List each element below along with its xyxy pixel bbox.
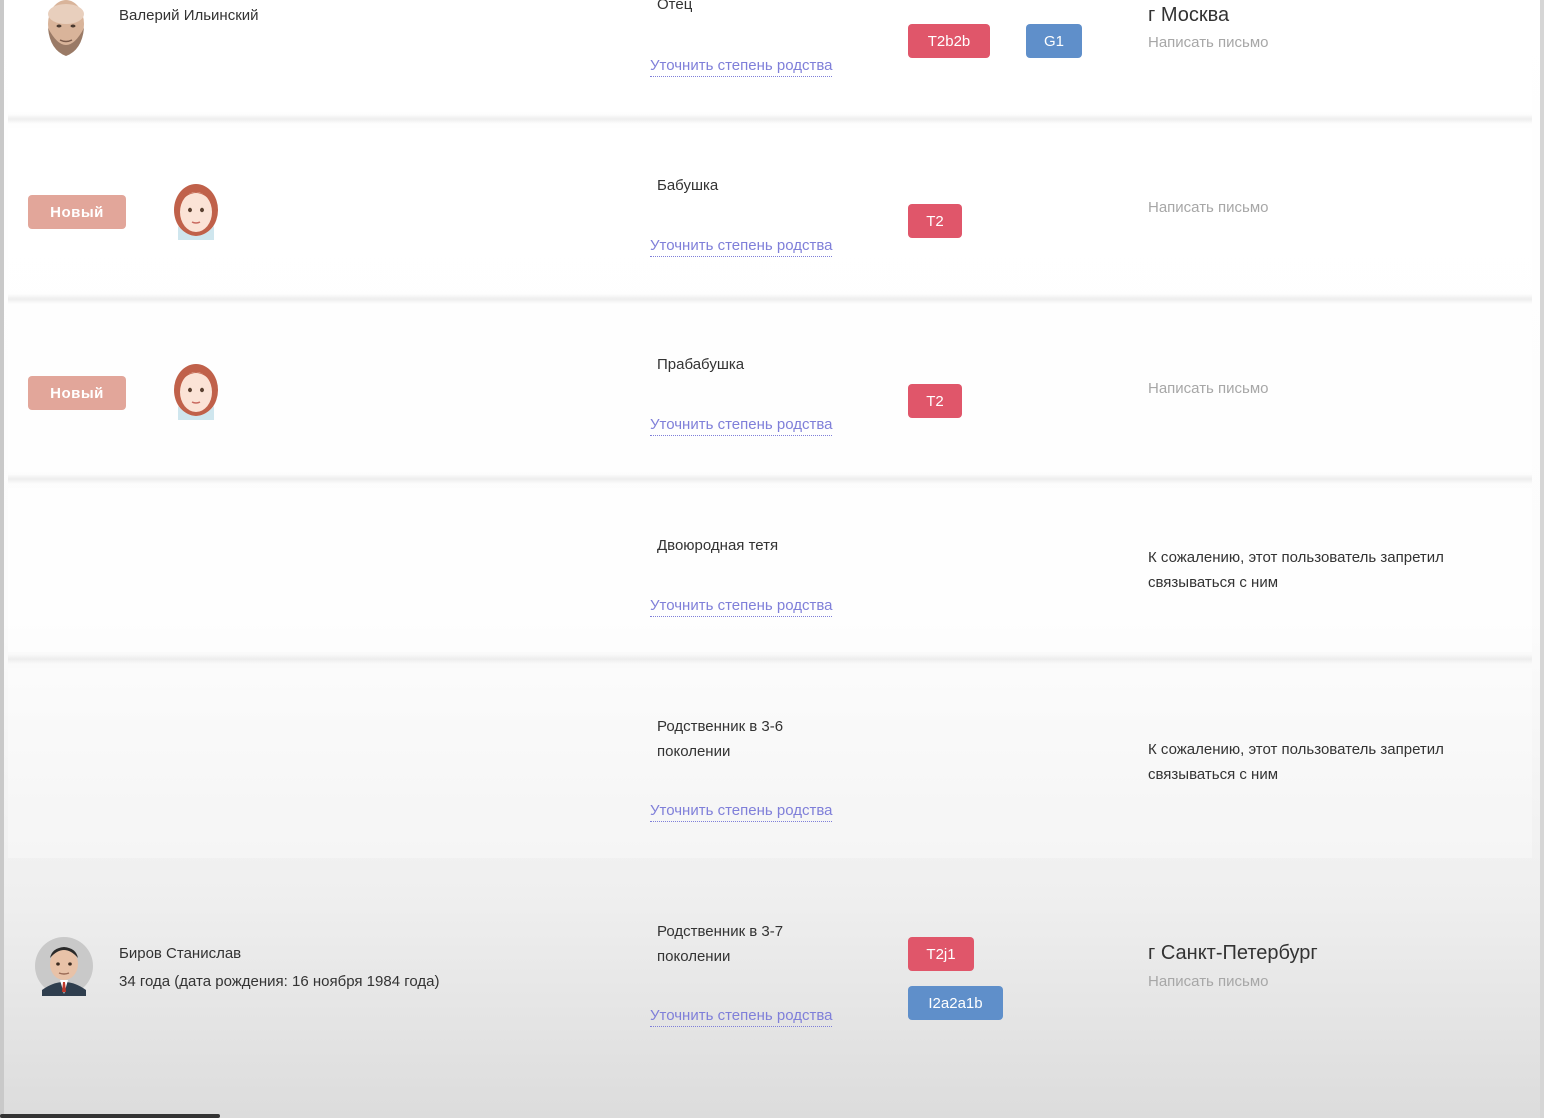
refine-relation-link[interactable]: Уточнить степень родства: [650, 237, 833, 257]
haplogroup-badge[interactable]: T2j1: [908, 937, 974, 971]
haplogroup-badge[interactable]: I2a2a1b: [908, 986, 1003, 1020]
avatar[interactable]: [38, 0, 98, 60]
user-age: 34 года (дата рождения: 16 ноября 1984 г…: [119, 973, 440, 990]
relation-degree: Родственник в 3-6 поколении: [657, 718, 784, 760]
right-scrollbar[interactable]: [1540, 0, 1544, 1118]
refine-relation-link[interactable]: Уточнить степень родства: [650, 57, 833, 77]
refine-relation-link[interactable]: Уточнить степень родства: [650, 1007, 833, 1027]
relation-degree: Родственник в 3-7 поколении: [657, 923, 784, 965]
horizontal-scrollbar[interactable]: [0, 1114, 220, 1118]
contact-restricted-notice: К сожалению, этот пользователь запретил …: [1148, 549, 1444, 591]
refine-relation-link[interactable]: Уточнить степень родства: [650, 802, 833, 822]
man-avatar-icon: [35, 937, 93, 996]
write-letter-link[interactable]: Написать письмо: [1148, 973, 1269, 990]
haplogroup-badge[interactable]: T2b2b: [908, 24, 990, 58]
write-letter-link[interactable]: Написать письмо: [1148, 199, 1269, 216]
user-name[interactable]: Биров Станислав: [119, 945, 241, 962]
woman-avatar-icon: [174, 364, 218, 420]
write-letter-link[interactable]: Написать письмо: [1148, 380, 1269, 397]
relative-row: [8, 128, 1532, 292]
relation-degree: Отец: [657, 0, 693, 13]
row-divider: [8, 654, 1532, 664]
avatar[interactable]: [168, 360, 228, 420]
man-avatar-icon: [48, 0, 84, 56]
relation-degree: Прабабушка: [657, 356, 745, 373]
new-badge: Новый: [28, 376, 126, 410]
haplogroup-badge[interactable]: G1: [1026, 24, 1082, 58]
row-divider: [8, 294, 1532, 304]
refine-relation-link[interactable]: Уточнить степень родства: [650, 416, 833, 436]
haplogroup-badge[interactable]: T2: [908, 384, 962, 418]
haplogroup-badge[interactable]: T2: [908, 204, 962, 238]
relation-degree: Бабушка: [657, 177, 719, 194]
row-divider: [8, 474, 1532, 484]
write-letter-link[interactable]: Написать письмо: [1148, 34, 1269, 51]
city: г Москва: [1148, 4, 1230, 26]
left-border: [0, 0, 4, 1118]
refine-relation-link[interactable]: Уточнить степень родства: [650, 597, 833, 617]
user-name[interactable]: Валерий Ильинский: [119, 7, 259, 24]
contact-restricted-notice: К сожалению, этот пользователь запретил …: [1148, 741, 1444, 783]
relative-row: [8, 308, 1532, 472]
row-divider: [8, 114, 1532, 124]
avatar[interactable]: [34, 936, 94, 996]
avatar[interactable]: [168, 180, 228, 240]
woman-avatar-icon: [174, 184, 218, 240]
city: г Санкт-Петербург: [1148, 942, 1318, 964]
relation-degree: Двоюродная тетя: [657, 537, 779, 554]
new-badge: Новый: [28, 195, 126, 229]
